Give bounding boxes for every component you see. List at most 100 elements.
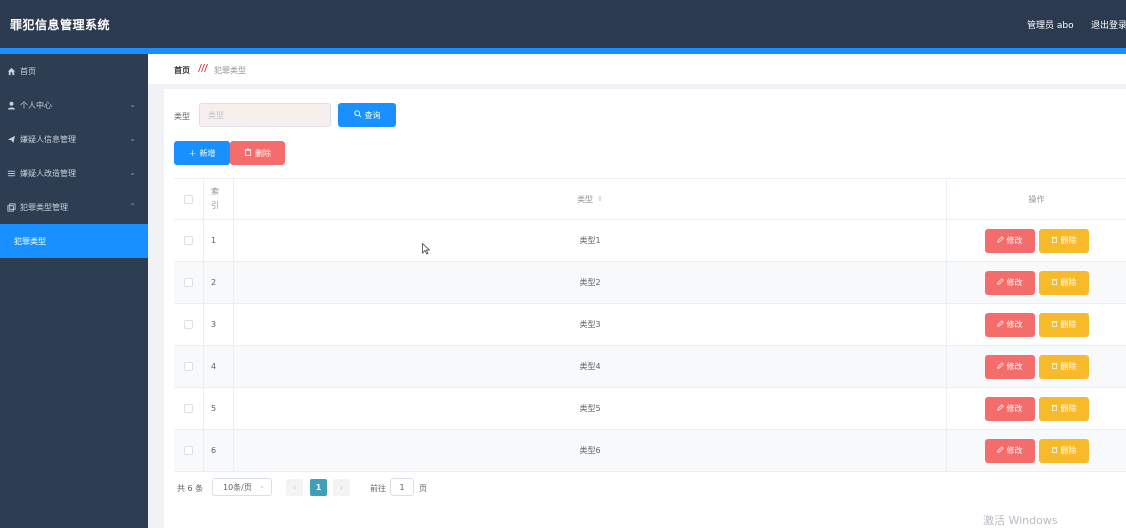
search-label: 类型 <box>174 112 190 121</box>
search-icon <box>353 110 362 120</box>
edit-button-label: 修改 <box>1006 278 1023 287</box>
table-header-row: 索 引 类型 ⇕ 操作 <box>174 179 1126 220</box>
pagination: 共 6 条 10条/页 ⌄ ‹ 1 › 前往 1 页 <box>174 477 574 497</box>
logout-button[interactable]: 退出登录 <box>1091 18 1126 31</box>
delete-button[interactable]: 删除 <box>1038 396 1089 421</box>
edit-button-label: 修改 <box>1006 320 1023 329</box>
main-area: 首页 犯罪类型 类型 类型 查询 ＋ 新增 删除 索 引 类型 ⇕ 操作 1 类… <box>148 54 1126 528</box>
row-type-cell: 类型1 <box>234 220 947 261</box>
header-type-cell[interactable]: 类型 ⇕ <box>234 179 947 219</box>
sidebar-item-label: 嫌疑人改造管理 <box>20 168 76 178</box>
app-header: 罪犯信息管理系统 管理员 abo 退出登录 <box>0 0 1126 48</box>
mouse-cursor-icon <box>422 243 430 255</box>
breadcrumb-home[interactable]: 首页 <box>174 65 190 76</box>
breadcrumb: 首页 犯罪类型 <box>148 54 1126 84</box>
row-checkbox[interactable] <box>184 404 193 413</box>
goto-page-input[interactable]: 1 <box>390 478 414 496</box>
delete-button-label: 删除 <box>1060 404 1077 413</box>
row-checkbox-cell <box>174 346 204 387</box>
row-ops-cell: 修改 删除 <box>947 346 1126 387</box>
user-label: 管理员 abo <box>1027 21 1074 31</box>
list-icon <box>6 168 16 178</box>
page-size-select[interactable]: 10条/页 ⌄ <box>212 478 272 496</box>
edit-button[interactable]: 修改 <box>984 354 1035 379</box>
edit-button-label: 修改 <box>1006 404 1023 413</box>
batch-delete-button[interactable]: 删除 <box>230 141 285 165</box>
edit-button[interactable]: 修改 <box>984 312 1035 337</box>
sidebar-item-home[interactable]: 首页 <box>0 54 148 88</box>
delete-button[interactable]: 删除 <box>1038 438 1089 463</box>
row-checkbox[interactable] <box>184 236 193 245</box>
page-number-current[interactable]: 1 <box>310 479 327 496</box>
select-all-checkbox[interactable] <box>184 194 193 204</box>
row-type-cell: 类型4 <box>234 346 947 387</box>
row-type: 类型4 <box>579 362 601 371</box>
edit-icon <box>996 320 1004 329</box>
ops-column-header: 操作 <box>1028 194 1045 204</box>
row-index: 2 <box>211 278 217 287</box>
copy-icon <box>6 202 16 212</box>
goto-label: 前往 <box>370 484 386 493</box>
row-checkbox-cell <box>174 388 204 429</box>
row-type: 类型1 <box>579 236 601 245</box>
breadcrumb-current: 犯罪类型 <box>214 66 246 75</box>
row-type-cell: 类型3 <box>234 304 947 345</box>
row-checkbox[interactable] <box>184 278 193 287</box>
row-checkbox-cell <box>174 430 204 471</box>
header-ops-cell: 操作 <box>947 179 1126 219</box>
chevron-down-icon: ⌄ <box>129 168 136 177</box>
delete-button[interactable]: 删除 <box>1038 354 1089 379</box>
row-ops-cell: 修改 删除 <box>947 388 1126 429</box>
trash-icon <box>1051 236 1058 245</box>
edit-button[interactable]: 修改 <box>984 270 1035 295</box>
delete-button-label: 删除 <box>1060 362 1077 371</box>
type-column-header: 类型 <box>577 194 594 204</box>
delete-button-label: 删除 <box>255 148 271 158</box>
sidebar-item-crime-type-mgmt[interactable]: 犯罪类型管理 ⌃ <box>0 190 148 224</box>
row-index: 6 <box>211 446 217 455</box>
header-index-cell: 索 引 <box>204 179 234 219</box>
row-index-cell: 1 <box>204 220 234 261</box>
row-checkbox-cell <box>174 220 204 261</box>
delete-button[interactable]: 删除 <box>1038 228 1089 253</box>
table-row: 6 类型6 修改 删除 <box>174 430 1126 472</box>
sidebar-item-label: 首页 <box>20 66 36 76</box>
row-index: 1 <box>211 236 217 245</box>
sort-icon[interactable]: ⇕ <box>597 195 603 203</box>
sidebar-item-profile[interactable]: 个人中心 ⌄ <box>0 88 148 122</box>
goto-unit-label: 页 <box>419 484 427 493</box>
sidebar-item-suspect-info[interactable]: 嫌疑人信息管理 ⌄ <box>0 122 148 156</box>
edit-button[interactable]: 修改 <box>984 396 1035 421</box>
prev-page-button[interactable]: ‹ <box>286 479 303 496</box>
query-button[interactable]: 查询 <box>338 103 396 127</box>
row-type: 类型2 <box>579 278 601 287</box>
sidebar-item-label: 个人中心 <box>20 100 52 110</box>
delete-button[interactable]: 删除 <box>1038 312 1089 337</box>
row-index: 3 <box>211 320 217 329</box>
row-type-cell: 类型2 <box>234 262 947 303</box>
row-type-cell: 类型5 <box>234 388 947 429</box>
sidebar-item-crime-type[interactable]: 犯罪类型 <box>0 224 148 258</box>
add-button[interactable]: ＋ 新增 <box>174 141 230 165</box>
row-index-cell: 3 <box>204 304 234 345</box>
sidebar-item-label: 嫌疑人信息管理 <box>20 134 76 144</box>
edit-button-label: 修改 <box>1006 362 1023 371</box>
row-checkbox[interactable] <box>184 320 193 329</box>
sidebar-item-label: 犯罪类型管理 <box>20 202 68 212</box>
trash-icon <box>244 148 252 158</box>
edit-button[interactable]: 修改 <box>984 228 1035 253</box>
edit-icon <box>996 446 1004 455</box>
chevron-down-icon: ⌄ <box>259 482 265 490</box>
sidebar-item-suspect-reform[interactable]: 嫌疑人改造管理 ⌄ <box>0 156 148 190</box>
row-checkbox[interactable] <box>184 446 193 455</box>
add-button-label: 新增 <box>199 148 216 158</box>
next-page-button[interactable]: › <box>333 479 350 496</box>
user-icon <box>6 100 16 110</box>
search-input[interactable]: 类型 <box>199 103 331 127</box>
edit-button[interactable]: 修改 <box>984 438 1035 463</box>
plus-icon: ＋ <box>188 148 197 158</box>
delete-button[interactable]: 删除 <box>1038 270 1089 295</box>
trash-icon <box>1051 362 1058 371</box>
row-checkbox[interactable] <box>184 362 193 371</box>
trash-icon <box>1051 278 1058 287</box>
